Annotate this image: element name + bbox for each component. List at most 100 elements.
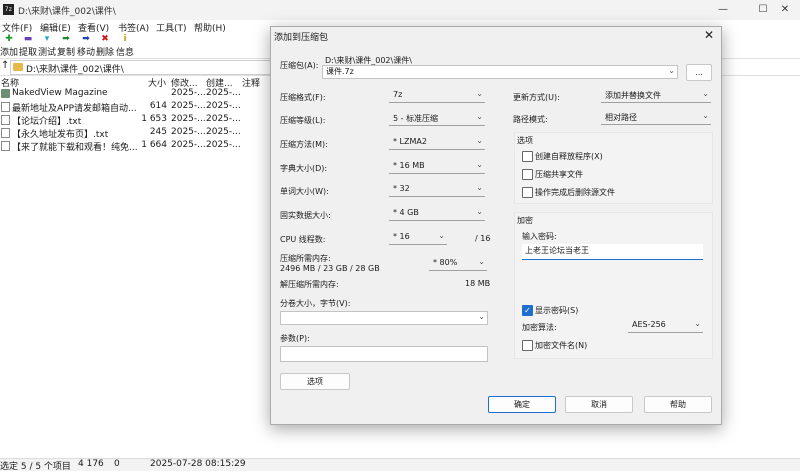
- help-button[interactable]: 帮助: [644, 396, 712, 413]
- extract-icon: ▬: [23, 34, 33, 44]
- info-button[interactable]: i 信息: [116, 34, 134, 58]
- memory-percent-select[interactable]: * 80% ⌄: [429, 257, 487, 271]
- path-mode-select[interactable]: 相对路径 ⌄: [601, 111, 711, 125]
- file-created: 2025-...: [206, 101, 241, 111]
- copy-arrow-icon: ➡: [62, 34, 70, 44]
- cancel-button[interactable]: 取消: [565, 396, 633, 413]
- dialog-close-icon[interactable]: ✕: [701, 28, 717, 42]
- memory-percent-value: * 80%: [433, 258, 458, 267]
- test-button[interactable]: ▾ 测试: [38, 34, 56, 58]
- split-size-combo[interactable]: ⌄: [280, 311, 488, 325]
- level-label: 压缩等级(L):: [280, 116, 326, 125]
- file-created: 2025-...: [206, 88, 241, 98]
- status-bar: 选定 5 / 5 个项目 4 176 0 2025-07-28 08:15:29: [0, 458, 800, 472]
- dictionary-select[interactable]: * 16 MB ⌄: [389, 160, 485, 174]
- delete-after-checkbox[interactable]: [522, 187, 533, 198]
- encrypt-names-label: 加密文件名(N): [535, 341, 588, 350]
- folder-icon: [13, 63, 23, 71]
- extract-label: 提取: [19, 48, 38, 58]
- path-mode-label: 路径模式:: [513, 115, 548, 124]
- level-value: 5 - 标准压缩: [393, 114, 439, 123]
- title-bar: 7z D:\来财\课件_002\课件\ — ☐ ✕: [0, 0, 800, 20]
- chevron-down-icon: ⌄: [702, 111, 709, 120]
- cpu-threads-label: CPU 线程数:: [280, 235, 326, 244]
- file-row[interactable]: 【永久地址发布页】.txt 245 2025-... 2025-...: [0, 127, 270, 140]
- decompress-memory-label: 解压缩所需内存:: [280, 280, 339, 289]
- browse-button[interactable]: ...: [686, 64, 712, 81]
- copy-button[interactable]: ➡ 复制: [57, 34, 75, 58]
- menu-edit[interactable]: 编辑(E): [40, 21, 71, 34]
- chevron-down-icon: ⌄: [478, 312, 485, 321]
- encryption-group-title: 加密: [517, 216, 533, 225]
- menu-bookmarks[interactable]: 书签(A): [118, 21, 149, 34]
- level-select[interactable]: 5 - 标准压缩 ⌄: [389, 112, 485, 126]
- minimize-button[interactable]: —: [708, 2, 738, 18]
- delete-button[interactable]: ✖ 删除: [96, 34, 114, 58]
- delete-after-label: 操作完成后删除源文件: [535, 188, 615, 197]
- memory-value: 2496 MB / 23 GB / 28 GB: [280, 264, 380, 273]
- method-value: * LZMA2: [393, 137, 427, 146]
- password-label: 输入密码:: [522, 232, 557, 241]
- archive-label: 压缩包(A):: [280, 61, 319, 70]
- file-modified: 2025-...: [171, 88, 206, 98]
- file-size: 1 653: [141, 114, 167, 124]
- file-name: 【来了就能下载和观看！纯免...: [12, 143, 138, 153]
- show-password-checkbox[interactable]: ✓: [522, 305, 533, 316]
- file-name: 【论坛介绍】.txt: [12, 117, 82, 127]
- password-input[interactable]: 上老王论坛当老王: [522, 244, 703, 260]
- options-button[interactable]: 选项: [280, 373, 350, 390]
- file-row[interactable]: 【论坛介绍】.txt 1 653 2025-... 2025-...: [0, 114, 270, 127]
- file-row[interactable]: NakedView Magazine 2025-... 2025-...: [0, 88, 270, 100]
- chevron-down-icon: ⌄: [476, 112, 483, 121]
- word-size-select[interactable]: * 32 ⌄: [389, 183, 485, 197]
- close-button[interactable]: ✕: [770, 2, 800, 18]
- encryption-method-select[interactable]: AES-256 ⌄: [628, 319, 703, 333]
- chevron-down-icon: ⌄: [476, 207, 483, 216]
- file-row[interactable]: 【来了就能下载和观看！纯免... 1 664 2025-... 2025-...: [0, 140, 270, 153]
- update-mode-value: 添加并替换文件: [605, 91, 661, 100]
- dialog-title: 添加到压缩包: [274, 33, 329, 43]
- app-icon: 7z: [3, 4, 14, 15]
- file-icon: [1, 115, 10, 125]
- folder-icon: [1, 89, 10, 98]
- cpu-threads-select[interactable]: * 16 ⌄: [389, 231, 447, 245]
- shared-files-checkbox[interactable]: [522, 169, 533, 180]
- options-group: 选项 创建自释放程序(X) 压缩共享文件 操作完成后删除源文件: [514, 132, 713, 204]
- address-field[interactable]: D:\来财\课件_002\课件\: [10, 60, 280, 75]
- file-created: 2025-...: [206, 114, 241, 124]
- delete-label: 删除: [96, 48, 115, 58]
- file-row[interactable]: 最新地址及APP请发邮箱自动... 614 2025-... 2025-...: [0, 101, 270, 114]
- file-created: 2025-...: [206, 140, 241, 150]
- address-path: D:\来财\课件_002\课件\: [26, 65, 124, 75]
- chevron-down-icon: ⌄: [668, 66, 675, 75]
- up-folder-icon[interactable]: ↑: [1, 60, 9, 71]
- solid-block-value: * 4 GB: [393, 208, 419, 217]
- params-input[interactable]: [280, 346, 488, 362]
- copy-label: 复制: [57, 48, 76, 58]
- add-button[interactable]: ✚ 添加: [0, 34, 18, 58]
- extract-button[interactable]: ▬ 提取: [19, 34, 37, 58]
- file-created: 2025-...: [206, 127, 241, 137]
- move-label: 移动: [77, 48, 96, 58]
- encrypt-names-checkbox[interactable]: [522, 340, 533, 351]
- archive-name-combo[interactable]: 课件.7z ⌄: [322, 65, 678, 79]
- update-mode-select[interactable]: 添加并替换文件 ⌄: [601, 89, 711, 103]
- dictionary-value: * 16 MB: [393, 161, 425, 170]
- test-icon: ▾: [44, 34, 50, 44]
- menu-file[interactable]: 文件(F): [2, 21, 32, 34]
- sfx-checkbox[interactable]: [522, 151, 533, 162]
- method-select[interactable]: * LZMA2 ⌄: [389, 136, 485, 150]
- decompress-memory-value: 18 MB: [465, 279, 491, 288]
- encryption-method-label: 加密算法:: [522, 323, 557, 332]
- move-button[interactable]: ➡ 移动: [77, 34, 95, 58]
- show-password-label: 显示密码(S): [535, 306, 579, 315]
- ok-button[interactable]: 确定: [488, 396, 556, 413]
- menu-view[interactable]: 查看(V): [78, 21, 109, 34]
- menu-tools[interactable]: 工具(T): [156, 21, 187, 34]
- file-modified: 2025-...: [171, 114, 206, 124]
- dictionary-label: 字典大小(D):: [280, 164, 328, 173]
- menu-help[interactable]: 帮助(H): [194, 21, 226, 34]
- file-icon: [1, 141, 10, 151]
- format-select[interactable]: 7z ⌄: [389, 89, 485, 103]
- solid-block-select[interactable]: * 4 GB ⌄: [389, 207, 485, 221]
